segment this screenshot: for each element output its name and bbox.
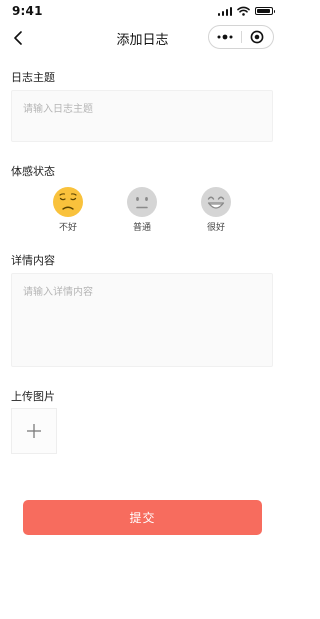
submit-button[interactable]: 提交 xyxy=(23,500,262,535)
more-menu-button[interactable] xyxy=(209,26,241,48)
mood-option-bad[interactable]: 不好 xyxy=(46,186,90,233)
battery-fill xyxy=(257,9,270,13)
status-time: 9:41 xyxy=(12,4,43,18)
mood-option-good[interactable]: 很好 xyxy=(194,186,238,233)
topic-input[interactable]: 请输入日志主题 xyxy=(11,90,273,142)
neutral-face-icon xyxy=(127,187,157,217)
battery-icon xyxy=(255,7,275,15)
more-dots-icon xyxy=(217,34,233,40)
mood-option-normal[interactable]: 普通 xyxy=(120,186,164,233)
details-textarea[interactable]: 请输入详情内容 xyxy=(11,273,273,367)
cellular-signal-icon xyxy=(217,6,232,16)
status-icons xyxy=(217,6,275,16)
mood-caption: 不好 xyxy=(58,223,77,233)
close-mini-program-button[interactable] xyxy=(242,26,274,48)
mini-program-capsule xyxy=(208,25,274,49)
wifi-icon xyxy=(237,6,250,16)
mood-caption: 普通 xyxy=(132,223,151,233)
upload-label: 上传图片 xyxy=(11,390,55,403)
add-image-button[interactable] xyxy=(11,408,57,454)
sad-face-icon xyxy=(53,187,83,217)
happy-face-icon xyxy=(201,187,231,217)
plus-icon xyxy=(27,424,41,438)
mood-caption: 很好 xyxy=(206,223,225,233)
target-circle-icon xyxy=(250,30,264,44)
topic-label: 日志主题 xyxy=(11,71,55,84)
mood-label: 体感状态 xyxy=(11,165,55,178)
details-label: 详情内容 xyxy=(11,254,55,267)
